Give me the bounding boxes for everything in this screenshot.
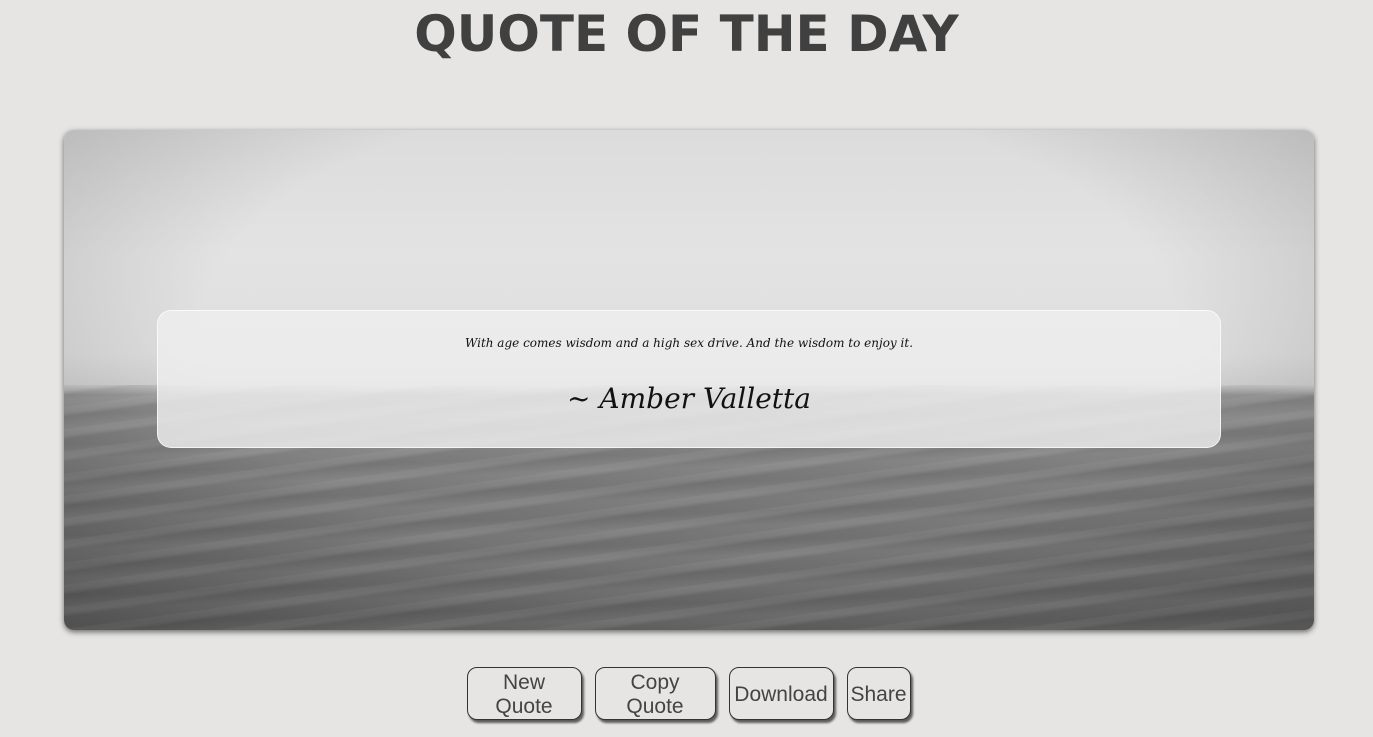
quote-box: With age comes wisdom and a high sex dri… bbox=[157, 310, 1221, 448]
page-title: QUOTE OF THE DAY bbox=[414, 5, 959, 63]
quote-author: ~ Amber Valletta bbox=[567, 382, 811, 415]
new-quote-button[interactable]: New Quote bbox=[466, 667, 582, 720]
copy-quote-button[interactable]: Copy Quote bbox=[594, 667, 716, 720]
quote-text: With age comes wisdom and a high sex dri… bbox=[464, 336, 914, 350]
download-button[interactable]: Download bbox=[728, 667, 834, 720]
quote-page: QUOTE OF THE DAY With age comes wisdom a… bbox=[0, 0, 1373, 737]
quote-card: With age comes wisdom and a high sex dri… bbox=[64, 130, 1314, 630]
action-buttons: New Quote Copy Quote Download Share bbox=[0, 667, 1373, 720]
share-button[interactable]: Share bbox=[846, 667, 911, 720]
